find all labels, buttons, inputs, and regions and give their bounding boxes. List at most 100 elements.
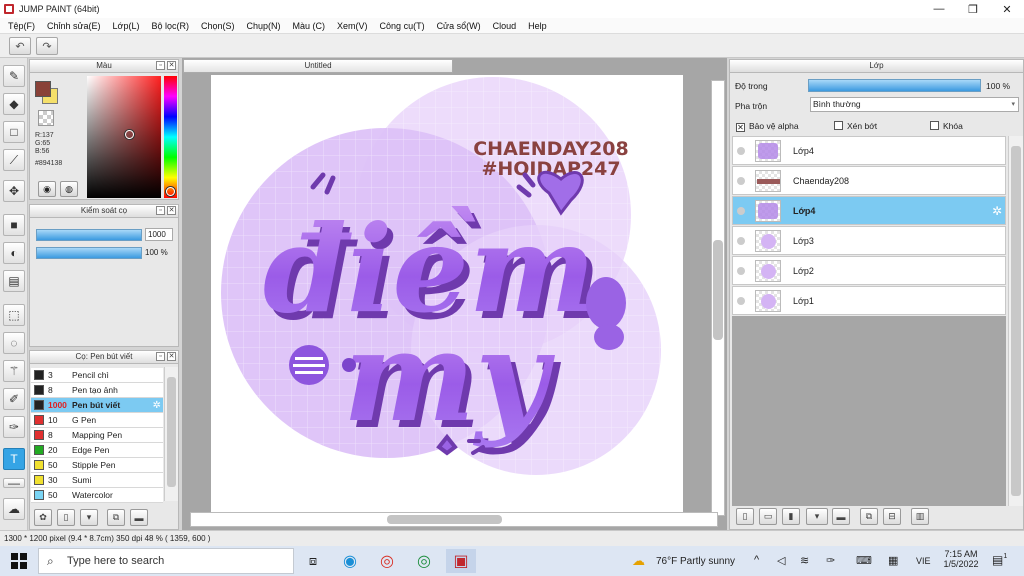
close-button[interactable]: ✕ — [990, 0, 1024, 18]
jump-paint-taskbar-button[interactable]: ▣ — [446, 549, 476, 573]
blend-mode-select[interactable]: Bình thường ▾ — [810, 97, 1019, 112]
layer-opacity-slider[interactable] — [808, 79, 981, 92]
new-layer-color-button[interactable]: ▭ — [759, 508, 777, 525]
color-cursor[interactable] — [125, 130, 134, 139]
gear-icon[interactable]: ✲ — [992, 204, 1002, 218]
line-tool[interactable]: ⟋ — [3, 149, 25, 171]
menu-item-3[interactable]: Bộ lọc(R) — [145, 21, 195, 31]
brush-item[interactable]: 30 Sumi — [31, 473, 163, 488]
minimize-button[interactable]: — — [922, 0, 956, 18]
delete-layer-button[interactable]: ▥ — [911, 508, 929, 525]
layer-row[interactable]: Lớp3 — [732, 226, 1006, 255]
menu-item-10[interactable]: Cloud — [487, 21, 523, 31]
brush-list-scroll-thumb[interactable] — [167, 377, 176, 487]
saturation-picker[interactable] — [87, 76, 161, 198]
panel-close-icon[interactable]: ✕ — [167, 206, 176, 215]
chrome-button[interactable]: ◎ — [372, 549, 402, 573]
chrome-profile-button[interactable]: ◎ — [409, 549, 439, 573]
brush-list-scrollbar[interactable] — [164, 367, 178, 501]
menu-item-2[interactable]: Lớp(L) — [107, 21, 146, 31]
brush-item[interactable]: 8 Pen tạo ảnh — [31, 383, 163, 398]
select-tool[interactable]: ⬚ — [3, 304, 25, 326]
new-brush-button[interactable]: ▯ — [57, 509, 75, 526]
network-icon[interactable]: ≋ — [800, 554, 809, 567]
layer-visibility-icon[interactable] — [737, 296, 745, 305]
lasso-tool[interactable]: ◌ — [3, 332, 25, 354]
gear-icon[interactable]: ✲ — [153, 400, 161, 411]
layer-row[interactable]: Lớp2 — [732, 256, 1006, 285]
rectangle-tool[interactable]: □ — [3, 121, 25, 143]
layer-visibility-icon[interactable] — [737, 266, 745, 275]
bucket-tool[interactable]: ◐ — [3, 242, 25, 264]
speaker-icon[interactable]: ◁ — [777, 554, 785, 567]
panel-close-icon[interactable]: ✕ — [167, 352, 176, 361]
move-tool[interactable]: ✥ — [3, 180, 25, 202]
menu-item-0[interactable]: Tệp(F) — [2, 21, 41, 31]
notification-icon[interactable]: ▤1 — [992, 553, 1007, 567]
new-layer-tone-button[interactable]: ▮ — [782, 508, 800, 525]
panel-float-icon[interactable]: ▫ — [156, 61, 165, 70]
canvas-horizontal-scroll-thumb[interactable] — [387, 515, 502, 524]
layer-row[interactable]: Chaenday208 — [732, 166, 1006, 195]
hue-handle[interactable] — [166, 187, 175, 196]
text-tool[interactable]: T — [3, 448, 25, 470]
brush-opacity-slider[interactable] — [36, 247, 142, 259]
palette-button[interactable]: ◉ — [38, 181, 56, 197]
panel-close-icon[interactable]: ✕ — [167, 61, 176, 70]
brush-item[interactable]: 50 Watercolor — [31, 488, 163, 503]
brush-item[interactable]: 1000 Pen bút viết ✲ — [31, 398, 163, 413]
divider-tool[interactable]: — — [3, 476, 25, 490]
menu-item-4[interactable]: Chọn(S) — [195, 21, 241, 31]
brush-size-input[interactable]: 1000 — [145, 228, 173, 241]
gradient-tool[interactable]: ▤ — [3, 270, 25, 292]
menu-item-11[interactable]: Help — [522, 21, 553, 31]
new-layer-button[interactable]: ▯ — [736, 508, 754, 525]
fill-tool[interactable]: ■ — [3, 214, 25, 236]
layer-visibility-icon[interactable] — [737, 176, 745, 185]
drawing-canvas[interactable]: CHAENDAY208 #HOIDAP247 điềm điềm my my — [211, 75, 683, 512]
layer-row[interactable]: Lớp4 ✲ — [732, 196, 1006, 225]
pen-icon[interactable]: ✑ — [826, 554, 835, 567]
tab-untitled[interactable]: Untitled — [183, 59, 453, 73]
new-folder-button[interactable]: ▬ — [832, 508, 850, 525]
keyboard-icon[interactable]: ⌨ — [856, 554, 872, 567]
menu-item-6[interactable]: Màu (C) — [287, 21, 332, 31]
eyedropper-button[interactable]: ◍ — [60, 181, 78, 197]
language-indicator[interactable]: VIE — [916, 556, 931, 566]
weather-text[interactable]: 76°F Partly sunny — [656, 556, 735, 567]
brush-item[interactable]: 8 Mapping Pen — [31, 428, 163, 443]
layer-visibility-icon[interactable] — [737, 236, 745, 245]
menu-item-1[interactable]: Chỉnh sửa(E) — [41, 21, 107, 31]
eraser-tool[interactable]: ◆ — [3, 93, 25, 115]
brush-copy-button[interactable]: ⧉ — [107, 509, 125, 526]
hue-slider[interactable] — [164, 76, 177, 198]
new-layer-menu-button[interactable]: ▾ — [806, 508, 828, 525]
panel-float-icon[interactable]: ▫ — [156, 352, 165, 361]
canvas-vertical-scroll-thumb[interactable] — [713, 240, 723, 340]
redo-button[interactable]: ↷ — [36, 37, 58, 55]
brush-size-slider[interactable] — [36, 229, 142, 241]
menu-item-7[interactable]: Xem(V) — [331, 21, 374, 31]
copy-layer-button[interactable]: ⧉ — [860, 508, 878, 525]
undo-button[interactable]: ↶ — [9, 37, 31, 55]
cloud-tool[interactable]: ☁ — [3, 498, 25, 520]
layer-visibility-icon[interactable] — [737, 146, 745, 155]
foreground-color-swatch[interactable] — [35, 81, 51, 97]
magic-wand-tool[interactable]: ⚚ — [3, 360, 25, 382]
menu-item-5[interactable]: Chụp(N) — [241, 21, 287, 31]
brush-menu-button[interactable]: ▾ — [80, 509, 98, 526]
brush-folder-button[interactable]: ▬ — [130, 509, 148, 526]
brush-tool[interactable]: ✎ — [3, 65, 25, 87]
menu-item-9[interactable]: Cửa sổ(W) — [431, 21, 487, 31]
brush-item[interactable]: 20 Edge Pen — [31, 443, 163, 458]
brush-settings-button[interactable]: ✿ — [34, 509, 52, 526]
brush-item[interactable]: 3 Pencil chì — [31, 368, 163, 383]
brush-item[interactable]: 50 Stipple Pen — [31, 458, 163, 473]
clipping-checkbox[interactable]: Xén bớt — [834, 121, 877, 131]
start-button[interactable] — [0, 546, 38, 576]
merge-layer-button[interactable]: ⊟ — [883, 508, 901, 525]
calendar-icon[interactable]: ▦ — [888, 554, 898, 567]
task-view-button[interactable]: ⧈ — [298, 549, 328, 573]
edge-button[interactable]: ◉ — [335, 549, 365, 573]
layer-list-scrollbar[interactable] — [1008, 136, 1023, 506]
